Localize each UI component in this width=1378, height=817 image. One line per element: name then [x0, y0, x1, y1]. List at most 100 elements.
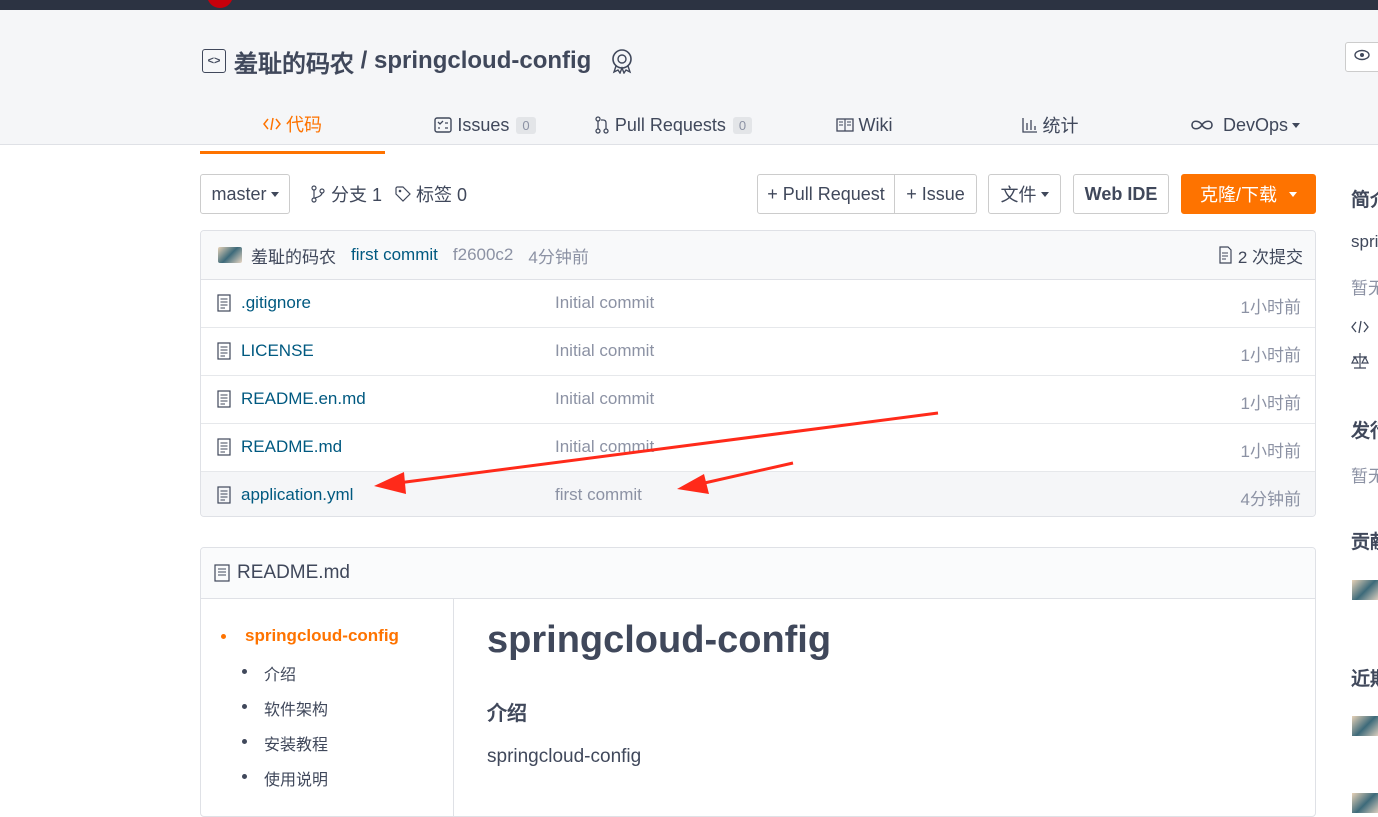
file-time: 4分钟前: [1240, 490, 1301, 509]
branches-label: 分支 1: [331, 185, 383, 205]
recent-heading: 近期: [1351, 669, 1378, 690]
file-commit-message[interactable]: first commit: [555, 485, 642, 505]
tab-wiki[interactable]: Wiki: [770, 96, 958, 154]
top-navbar: [0, 0, 1378, 10]
book-icon: [835, 118, 854, 132]
commit-author[interactable]: 羞耻的码农: [251, 243, 336, 268]
intro-heading: 简介: [1351, 190, 1378, 211]
repo-toolbar: master 分支 1 标签 0 + Pull Request + Issue …: [200, 174, 1316, 214]
tab-label: 代码: [286, 114, 322, 135]
file-time: 1小时前: [1240, 442, 1301, 461]
releases-empty-text: 暂无: [1351, 467, 1378, 486]
repo-tabs: 代码 Issues 0 Pull Requests 0 Wiki 统计 DevO…: [200, 96, 1316, 154]
releases-heading: 发行: [1351, 421, 1378, 442]
toc-item[interactable]: 软件架构: [264, 696, 328, 720]
intro-empty-text: 暂无: [1351, 279, 1378, 298]
chevron-down-icon: [1040, 191, 1049, 197]
commit-message[interactable]: first commit: [351, 245, 438, 265]
file-commit-message[interactable]: Initial commit: [555, 389, 654, 409]
readme-section-heading: 介绍: [487, 703, 527, 725]
license-scale-icon: [1351, 352, 1369, 375]
toc-item[interactable]: 介绍: [264, 661, 296, 685]
clone-download-button[interactable]: 克隆/下载: [1181, 174, 1316, 214]
commit-hash[interactable]: f2600c2: [453, 245, 514, 265]
file-menu-button[interactable]: 文件: [988, 174, 1061, 214]
readme-header: README.md: [201, 548, 1315, 599]
file-icon: [217, 438, 231, 461]
file-row[interactable]: README.md Initial commit 1小时前: [201, 424, 1315, 472]
tab-code[interactable]: 代码: [200, 96, 385, 154]
chevron-down-icon: [1292, 122, 1301, 128]
chart-icon: [1021, 117, 1038, 133]
file-name[interactable]: README.en.md: [241, 389, 366, 409]
file-icon: [217, 342, 231, 365]
issues-count-badge: 0: [516, 116, 536, 134]
file-name[interactable]: application.yml: [241, 485, 353, 505]
watch-button[interactable]: [1345, 42, 1378, 72]
toc-item[interactable]: 使用说明: [264, 766, 328, 790]
file-name[interactable]: README.md: [241, 437, 342, 457]
readme-file-icon: [214, 564, 230, 582]
new-issue-button[interactable]: + Issue: [894, 174, 977, 214]
toc-item[interactable]: 安装教程: [264, 731, 328, 755]
tab-label: Pull Requests: [614, 114, 726, 135]
tab-label: Wiki: [858, 114, 893, 135]
avatar[interactable]: [218, 247, 242, 263]
file-icon: [217, 294, 231, 317]
file-row[interactable]: .gitignore Initial commit 1小时前: [201, 280, 1315, 328]
web-ide-label: Web IDE: [1084, 183, 1158, 204]
contributor-avatar[interactable]: [1352, 580, 1378, 600]
repo-title: <> 羞耻的码农 / springcloud-config: [202, 44, 635, 78]
file-time: 1小时前: [1240, 394, 1301, 413]
intro-text: spri: [1351, 232, 1378, 251]
logo-icon[interactable]: [207, 0, 233, 8]
file-icon: [217, 390, 231, 413]
tags-link[interactable]: 标签 0: [395, 174, 467, 214]
eye-icon: [1354, 48, 1370, 66]
pull-request-icon: [594, 116, 610, 134]
file-name[interactable]: LICENSE: [241, 341, 314, 361]
tab-pull-requests[interactable]: Pull Requests 0: [578, 96, 768, 154]
recent-activity-avatar[interactable]: [1352, 793, 1378, 813]
file-commit-message[interactable]: Initial commit: [555, 437, 654, 457]
readme-section-text: springcloud-config: [487, 746, 642, 767]
award-icon[interactable]: [609, 48, 635, 74]
file-list: 羞耻的码农 first commit f2600c2 4分钟前 2 次提交 .g…: [200, 230, 1316, 517]
file-time: 1小时前: [1240, 346, 1301, 365]
readme-filename: README.md: [237, 562, 350, 583]
tags-label: 标签 0: [416, 185, 468, 205]
tab-label: Issues: [457, 114, 510, 135]
file-row[interactable]: application.yml first commit 4分钟前: [201, 472, 1315, 516]
branch-select[interactable]: master: [200, 174, 290, 214]
new-issue-label: + Issue: [906, 183, 965, 204]
file-commit-message[interactable]: Initial commit: [555, 293, 654, 313]
recent-activity-avatar[interactable]: [1352, 716, 1378, 736]
readme-title: springcloud-config: [487, 619, 832, 661]
tab-stats[interactable]: 统计: [955, 96, 1145, 154]
file-row[interactable]: README.en.md Initial commit 1小时前: [201, 376, 1315, 424]
tab-issues[interactable]: Issues 0: [390, 96, 580, 154]
tab-devops[interactable]: DevOps: [1145, 96, 1345, 154]
file-commit-message[interactable]: Initial commit: [555, 341, 654, 361]
latest-commit-row: 羞耻的码农 first commit f2600c2 4分钟前 2 次提交: [201, 231, 1315, 280]
file-row[interactable]: LICENSE Initial commit 1小时前: [201, 328, 1315, 376]
new-pull-request-button[interactable]: + Pull Request: [757, 174, 895, 214]
repo-name[interactable]: springcloud-config: [374, 47, 591, 75]
new-pull-request-label: + Pull Request: [767, 183, 885, 204]
toc-item[interactable]: springcloud-config: [245, 626, 399, 646]
tab-label: 统计: [1042, 116, 1079, 136]
commit-time: 4分钟前: [528, 247, 589, 267]
branches-link[interactable]: 分支 1: [310, 174, 382, 214]
contributors-heading: 贡献: [1351, 532, 1378, 553]
file-name[interactable]: .gitignore: [241, 293, 311, 313]
repo-owner[interactable]: 羞耻的码农: [234, 44, 354, 79]
file-icon: [217, 486, 231, 509]
repo-header: <> 羞耻的码农 / springcloud-config 代码 Issues …: [0, 10, 1378, 154]
chevron-down-icon: [270, 191, 279, 197]
file-menu-label: 文件: [1000, 185, 1037, 205]
issues-icon: [434, 117, 453, 133]
code-icon: [263, 116, 281, 132]
web-ide-button[interactable]: Web IDE: [1073, 174, 1169, 214]
bullet-icon: [221, 634, 226, 639]
commits-count-link[interactable]: 2 次提交: [1218, 243, 1303, 268]
